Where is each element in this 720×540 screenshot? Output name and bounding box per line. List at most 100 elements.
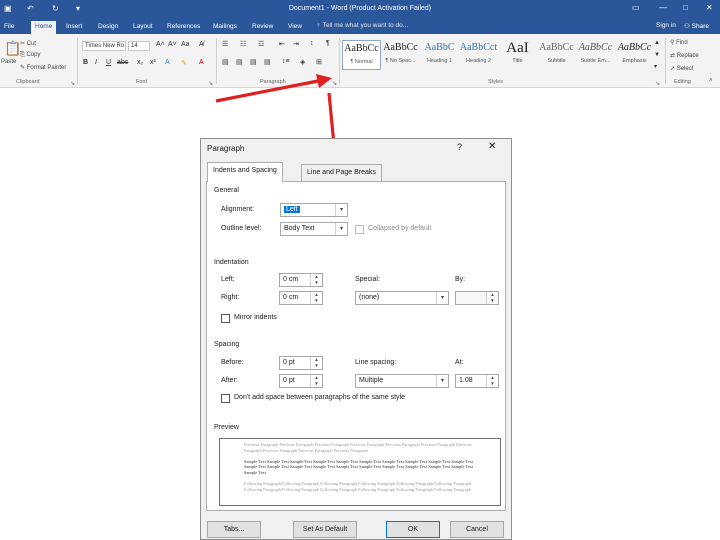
spacing-before-spinner[interactable]: 0 pt ▲ ▼ — [279, 356, 323, 370]
copy-button[interactable]: ⎘ Copy — [20, 52, 40, 59]
styles-scroll-down-icon[interactable]: ▼ — [654, 52, 660, 58]
strikethrough-icon[interactable]: abc — [117, 59, 128, 66]
numbering-icon[interactable]: ☷ — [240, 40, 246, 48]
align-left-icon[interactable]: ▤ — [222, 58, 229, 66]
grow-font-icon[interactable]: A˄ — [156, 41, 165, 48]
replace-button[interactable]: ⇄ Replace — [670, 52, 699, 59]
tab-insert[interactable]: Insert — [62, 21, 86, 34]
by-spinner[interactable]: ▲ ▼ — [455, 291, 499, 305]
at-spinner[interactable]: 1.08 ▲ ▼ — [455, 374, 499, 388]
tab-indents-and-spacing[interactable]: Indents and Spacing — [207, 162, 283, 182]
left-indent-spinner[interactable]: 0 cm ▲ ▼ — [279, 273, 323, 287]
tab-view[interactable]: View — [284, 21, 306, 34]
spacing-before-label: Before: — [221, 359, 244, 366]
minimize-icon[interactable]: — — [659, 3, 667, 12]
ribbon-display-options-icon[interactable]: ▭ — [632, 3, 640, 12]
tab-line-and-page-breaks[interactable]: Line and Page Breaks — [301, 164, 382, 181]
sort-icon[interactable]: ↕ — [310, 40, 314, 47]
spin-arrows-icon[interactable]: ▲ ▼ — [310, 357, 322, 369]
dont-add-space-checkbox[interactable] — [221, 394, 230, 403]
tab-references[interactable]: References — [163, 21, 204, 34]
ok-button[interactable]: OK — [386, 521, 440, 538]
show-formatting-marks-icon[interactable]: ¶ — [326, 40, 330, 47]
superscript-icon[interactable]: x² — [150, 59, 156, 66]
borders-icon[interactable]: ⊞ — [316, 58, 322, 66]
close-window-icon[interactable]: ✕ — [706, 3, 713, 12]
styles-more-icon[interactable]: ▾ — [654, 63, 657, 70]
align-center-icon[interactable]: ▤ — [236, 58, 243, 66]
font-size-box[interactable]: 14 — [128, 41, 150, 51]
select-button[interactable]: ➚ Select — [670, 65, 693, 72]
italic-icon[interactable]: I — [95, 59, 97, 66]
paste-label[interactable]: Paste — [1, 59, 16, 65]
tab-file[interactable]: File — [0, 21, 18, 34]
style-emphasis[interactable]: AaBbCc Emphasis — [615, 40, 654, 70]
font-name-box[interactable]: Times New Ro — [82, 41, 126, 51]
mirror-indents-checkbox[interactable] — [221, 314, 230, 323]
close-icon[interactable]: ✕ — [488, 141, 496, 152]
style-heading-2[interactable]: AaBbCct Heading 2 — [459, 40, 498, 70]
justify-icon[interactable]: ▤ — [264, 58, 271, 66]
collapse-ribbon-icon[interactable]: ˄ — [709, 78, 713, 84]
style-heading-1[interactable]: AaBbC Heading 1 — [420, 40, 459, 70]
font-launcher-icon[interactable]: ↘ — [208, 80, 214, 87]
tell-me-box[interactable]: ♀ Tell me what you want to do... — [316, 22, 408, 29]
special-select[interactable]: (none) ▾ — [355, 291, 449, 305]
outline-level-select[interactable]: Body Text ▾ — [280, 222, 348, 236]
spin-arrows-icon[interactable]: ▲ ▼ — [310, 292, 322, 304]
style-subtle-emphasis[interactable]: AaBbCc Subtle Em... — [576, 40, 615, 70]
line-spacing-select[interactable]: Multiple ▾ — [355, 374, 449, 388]
multilevel-list-icon[interactable]: ☲ — [258, 40, 264, 48]
mirror-indents-label: Mirror indents — [234, 314, 277, 321]
increase-indent-icon[interactable]: ⇥ — [293, 40, 299, 48]
highlight-icon[interactable]: ✎ — [181, 59, 187, 67]
style-no-spacing[interactable]: AaBbCc ¶ No Spac... — [381, 40, 420, 70]
line-spacing-icon[interactable]: ↕≡ — [282, 58, 290, 65]
spin-arrows-icon[interactable]: ▲ ▼ — [310, 274, 322, 286]
align-right-icon[interactable]: ▤ — [250, 58, 257, 66]
clear-formatting-icon[interactable]: A̸ — [199, 41, 204, 48]
styles-launcher-icon[interactable]: ↘ — [655, 80, 661, 87]
bullets-icon[interactable]: ☰ — [222, 40, 228, 48]
spacing-after-spinner[interactable]: 0 pt ▲ ▼ — [279, 374, 323, 388]
shrink-font-icon[interactable]: A˅ — [168, 41, 177, 48]
special-value: (none) — [359, 294, 380, 301]
cut-button[interactable]: ✂ Cut — [20, 40, 36, 47]
help-icon[interactable]: ? — [457, 142, 462, 152]
change-case-icon[interactable]: Aa — [181, 41, 190, 48]
text-effects-icon[interactable]: A — [165, 59, 170, 66]
set-as-default-button[interactable]: Set As Default — [293, 521, 357, 538]
find-button[interactable]: ⚲ Find — [670, 39, 688, 46]
collapsed-checkbox[interactable] — [355, 225, 364, 234]
font-color-icon[interactable]: A — [199, 59, 204, 66]
tab-layout[interactable]: Layout — [129, 21, 157, 34]
style-normal[interactable]: AaBbCc ¶ Normal — [342, 40, 381, 70]
spin-arrows-icon[interactable]: ▲ ▼ — [486, 292, 498, 304]
decrease-indent-icon[interactable]: ⇤ — [279, 40, 285, 48]
spin-arrows-icon[interactable]: ▲ ▼ — [310, 375, 322, 387]
underline-icon[interactable]: U — [106, 59, 111, 66]
paragraph-launcher-icon[interactable]: ↘ — [332, 80, 338, 87]
maximize-icon[interactable]: □ — [683, 3, 688, 12]
tabs-button[interactable]: Tabs... — [207, 521, 261, 538]
cancel-button[interactable]: Cancel — [450, 521, 504, 538]
alignment-select[interactable]: Left ▾ — [280, 203, 348, 217]
tab-review[interactable]: Review — [248, 21, 277, 34]
style-subtitle[interactable]: AaBbCc Subtitle — [537, 40, 576, 70]
tab-mailings[interactable]: Mailings — [209, 21, 241, 34]
spin-arrows-icon[interactable]: ▲ ▼ — [486, 375, 498, 387]
sign-in-link[interactable]: Sign in — [656, 22, 676, 29]
styles-scroll-up-icon[interactable]: ▲ — [654, 40, 660, 46]
shading-icon[interactable]: ◈ — [300, 58, 305, 66]
right-indent-spinner[interactable]: 0 cm ▲ ▼ — [279, 291, 323, 305]
clipboard-launcher-icon[interactable]: ↘ — [70, 80, 76, 87]
subscript-icon[interactable]: x₂ — [137, 59, 143, 66]
tab-design[interactable]: Design — [94, 21, 122, 34]
style-title[interactable]: AaI Title — [498, 40, 537, 70]
tab-home[interactable]: Home — [31, 21, 57, 34]
at-value: 1.08 — [459, 377, 473, 384]
paste-icon[interactable]: 📋 — [4, 40, 21, 57]
share-button[interactable]: ⚇ Share — [684, 22, 709, 30]
bold-icon[interactable]: B — [83, 59, 88, 66]
format-painter-button[interactable]: ✎ Format Painter — [20, 64, 66, 71]
